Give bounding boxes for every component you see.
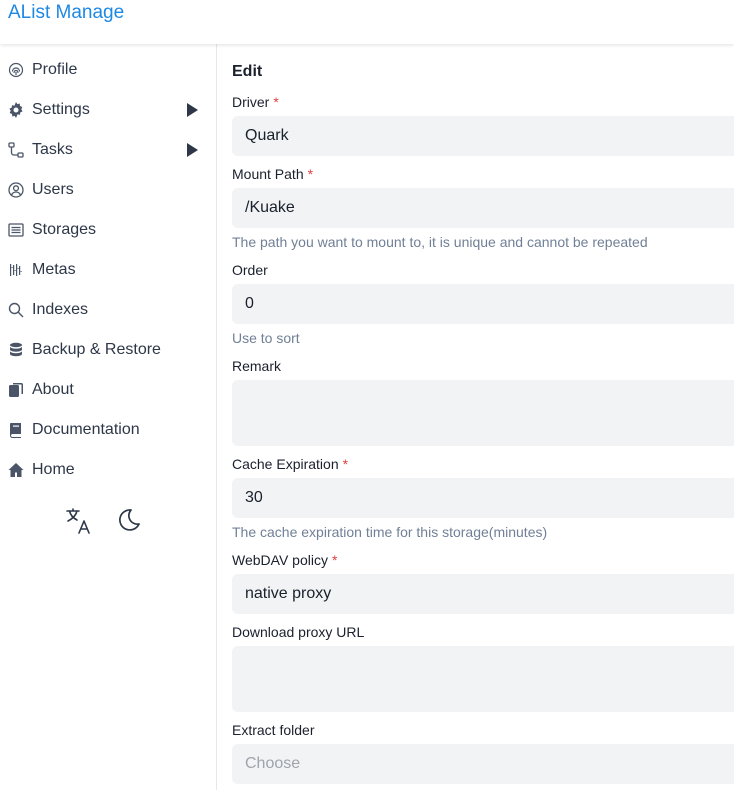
expand-arrow-icon[interactable] <box>186 103 198 117</box>
sidebar-item-storages[interactable]: Storages <box>0 210 216 250</box>
order-input[interactable]: 0 <box>232 284 734 324</box>
sidebar-item-home[interactable]: Home <box>0 450 216 490</box>
translate-icon[interactable] <box>64 506 94 536</box>
download-proxy-url-textarea[interactable] <box>232 646 734 712</box>
sidebar-toolbar <box>0 506 216 536</box>
database-icon <box>8 342 24 358</box>
sidebar-item-label: Backup & Restore <box>32 341 161 358</box>
cache-expiration-input[interactable]: 30 <box>232 478 734 518</box>
sidebar: Profile Settings Tasks Users Storages Me… <box>0 44 217 790</box>
sidebar-item-indexes[interactable]: Indexes <box>0 290 216 330</box>
expand-arrow-icon[interactable] <box>186 143 198 157</box>
mount-path-input[interactable]: /Kuake <box>232 188 734 228</box>
webdav-policy-select[interactable]: native proxy <box>232 574 734 614</box>
webdav-policy-label: WebDAV policy * <box>232 552 338 568</box>
sidebar-item-label: Users <box>32 181 74 198</box>
sidebar-item-profile[interactable]: Profile <box>0 50 216 90</box>
moon-icon[interactable] <box>113 506 143 536</box>
gear-icon <box>8 102 24 118</box>
order-help: Use to sort <box>232 330 300 346</box>
sidebar-item-label: Metas <box>32 261 76 278</box>
user-circle-icon <box>8 182 24 198</box>
sidebar-item-backup-restore[interactable]: Backup & Restore <box>0 330 216 370</box>
about-icon <box>8 382 24 398</box>
sidebar-item-users[interactable]: Users <box>0 170 216 210</box>
sidebar-item-label: Home <box>32 461 75 478</box>
mount-path-help: The path you want to mount to, it is uni… <box>232 234 648 250</box>
sidebar-item-label: Storages <box>32 221 97 238</box>
cache-expiration-label: Cache Expiration * <box>232 456 349 472</box>
sidebar-item-metas[interactable]: Metas <box>0 250 216 290</box>
app-title[interactable]: AList Manage <box>8 1 124 25</box>
sidebar-item-settings[interactable]: Settings <box>0 90 216 130</box>
sidebar-item-tasks[interactable]: Tasks <box>0 130 216 170</box>
remark-label: Remark <box>232 358 282 374</box>
extract-folder-select[interactable]: Choose <box>232 744 734 784</box>
order-label: Order <box>232 262 268 278</box>
download-proxy-url-label: Download proxy URL <box>232 624 365 640</box>
sidebar-item-label: Indexes <box>32 301 89 318</box>
page-title: Edit <box>232 63 263 80</box>
sidebar-item-label: About <box>32 381 74 398</box>
extract-folder-label: Extract folder <box>232 722 315 738</box>
sidebar-item-label: Documentation <box>32 421 140 438</box>
driver-select[interactable]: Quark <box>232 116 734 156</box>
search-icon <box>8 302 24 318</box>
home-icon <box>8 462 24 478</box>
sidebar-item-about[interactable]: About <box>0 370 216 410</box>
sidebar-item-label: Settings <box>32 101 90 118</box>
sidebar-item-label: Profile <box>32 61 78 78</box>
cache-expiration-help: The cache expiration time for this stora… <box>232 524 548 540</box>
main-content: Edit Driver * Quark Mount Path * /Kuake Th… <box>217 44 734 790</box>
storage-icon <box>8 222 24 238</box>
driver-label: Driver * <box>232 94 279 110</box>
metas-icon <box>8 262 24 278</box>
fingerprint-icon <box>8 62 24 78</box>
sidebar-item-documentation[interactable]: Documentation <box>0 410 216 450</box>
book-icon <box>8 422 24 438</box>
mount-path-label: Mount Path * <box>232 166 314 182</box>
remark-textarea[interactable] <box>232 380 734 446</box>
top-bar: AList Manage <box>0 0 734 44</box>
tasks-icon <box>8 142 24 158</box>
sidebar-item-label: Tasks <box>32 141 73 158</box>
